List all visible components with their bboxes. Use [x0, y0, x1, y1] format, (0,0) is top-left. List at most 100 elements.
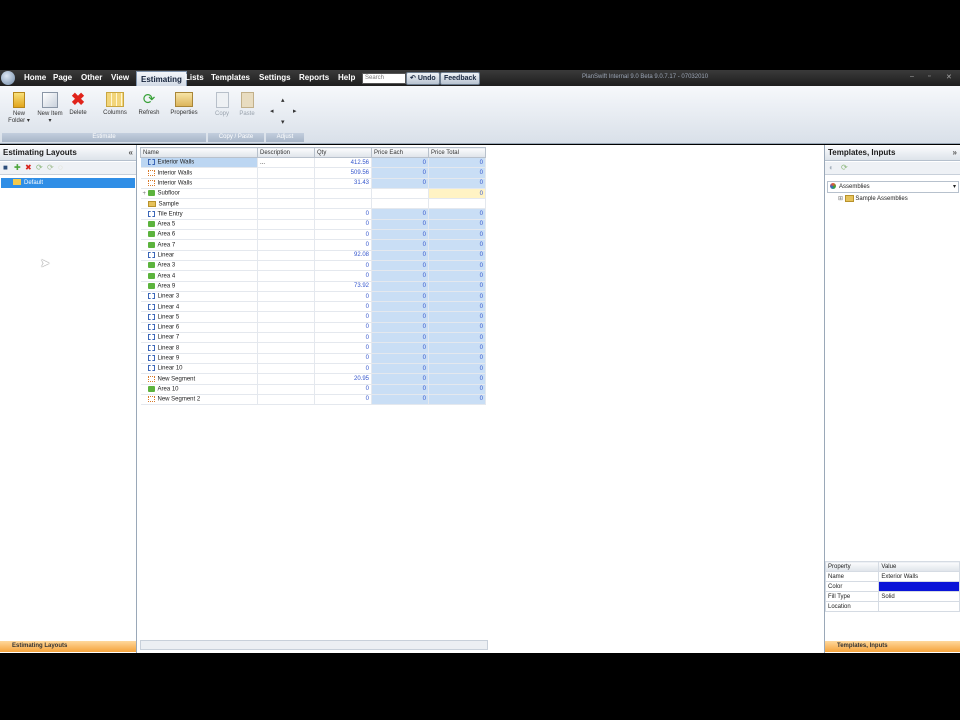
arrow-down-icon[interactable]: ▾	[281, 118, 285, 126]
grid-cell-qty[interactable]: 0	[314, 239, 372, 251]
grid-column-header[interactable]: Price Total	[428, 147, 486, 158]
grid-cell-total[interactable]: 0	[428, 311, 486, 323]
grid-cell-name[interactable]: Area 9	[140, 281, 258, 292]
paste-button[interactable]: Paste	[236, 92, 258, 117]
template-refresh-icon[interactable]: ⟳	[841, 163, 848, 173]
grid-cell-qty[interactable]: 0	[314, 332, 372, 344]
grid-cell-qty[interactable]: 0	[314, 342, 372, 354]
grid-cell-name[interactable]: Interior Walls	[140, 167, 258, 179]
search-input[interactable]: Search	[362, 73, 406, 84]
grid-cell-total[interactable]: 0	[428, 188, 486, 200]
menu-item-settings[interactable]: Settings	[259, 73, 291, 82]
grid-cell-name[interactable]: Linear 7	[140, 332, 258, 344]
grid-cell-desc[interactable]	[257, 342, 315, 354]
grid-cell-total[interactable]: 0	[428, 322, 486, 334]
grid-cell-qty[interactable]: 0	[314, 260, 372, 272]
grid-row[interactable]: Tile Entry 0 0 0	[140, 208, 486, 220]
grid-cell-total[interactable]: 0	[428, 260, 486, 272]
grid-cell-desc[interactable]	[257, 332, 315, 344]
grid-cell-qty[interactable]: 509.56	[314, 167, 372, 179]
grid-column-header[interactable]: Price Each	[371, 147, 429, 158]
grid-cell-total[interactable]: 0	[428, 250, 486, 261]
grid-cell-desc[interactable]	[257, 322, 315, 334]
grid-row[interactable]: Exterior Walls... 412.56 0 0	[140, 157, 486, 169]
grid-cell-qty[interactable]: 0	[314, 301, 372, 313]
grid-cell-total[interactable]: 0	[428, 384, 486, 395]
grid-cell-total[interactable]: 0	[428, 219, 486, 231]
grid-cell-each[interactable]: 0	[371, 208, 429, 220]
grid-cell-name[interactable]: Interior Walls	[140, 178, 258, 189]
grid-cell-desc[interactable]	[257, 291, 315, 303]
grid-cell-each[interactable]: 0	[371, 301, 429, 313]
grid-cell-desc[interactable]	[257, 260, 315, 272]
grid-cell-desc[interactable]	[257, 178, 315, 189]
grid-row[interactable]: Linear 6000	[140, 322, 486, 334]
collapse-left-icon[interactable]: «	[129, 146, 133, 160]
grid-row[interactable]: Linear 8000	[140, 342, 486, 354]
grid-cell-name[interactable]: Area 7	[140, 239, 258, 251]
grid-cell-desc[interactable]	[257, 270, 315, 282]
grid-cell-desc[interactable]	[257, 219, 315, 231]
grid-cell-desc[interactable]: ...	[257, 157, 315, 169]
grid-cell-name[interactable]: Linear 4	[140, 301, 258, 313]
grid-row[interactable]: Interior Walls 31.43 0 0	[140, 178, 486, 189]
grid-cell-total[interactable]: 0	[428, 342, 486, 354]
grid-cell-each[interactable]: 0	[371, 239, 429, 251]
grid-row[interactable]: New Segment 20.95 0 0	[140, 373, 486, 385]
menu-item-reports[interactable]: Reports	[299, 73, 329, 82]
grid-cell-each[interactable]: 0	[371, 363, 429, 375]
grid-column-header[interactable]: Description	[257, 147, 315, 158]
grid-cell-qty[interactable]: 0	[314, 353, 372, 364]
grid-cell-qty[interactable]: 0	[314, 394, 372, 406]
grid-cell-desc[interactable]	[257, 188, 315, 200]
grid-cell-name[interactable]: New Segment	[140, 373, 258, 385]
grid-cell-qty[interactable]	[314, 188, 372, 200]
collapse-right-icon[interactable]: »	[953, 146, 957, 160]
grid-cell-total[interactable]: 0	[428, 208, 486, 220]
grid-cell-each[interactable]: 0	[371, 353, 429, 364]
grid-cell-qty[interactable]: 73.92	[314, 281, 372, 292]
grid-cell-each[interactable]: 0	[371, 291, 429, 303]
grid-row[interactable]: Linear 92.08 0 0	[140, 250, 486, 261]
grid-cell-each[interactable]: 0	[371, 270, 429, 282]
grid-cell-each[interactable]: 0	[371, 322, 429, 334]
grid-row[interactable]: Area 7000	[140, 239, 486, 251]
grid-cell-name[interactable]: Linear 5	[140, 311, 258, 323]
undo-button[interactable]: ↶ Undo	[406, 72, 440, 85]
templates-inputs-tab[interactable]: Templates, Inputs	[825, 641, 960, 652]
grid-row[interactable]: Sample	[140, 198, 486, 210]
refresh-layout-icon[interactable]: ⟳	[36, 163, 43, 173]
grid-cell-desc[interactable]	[257, 239, 315, 251]
refresh-button[interactable]: ⟳ Refresh	[136, 92, 162, 116]
grid-cell-name[interactable]: Linear 3	[140, 291, 258, 303]
grid-row[interactable]: Interior Walls 509.56 0 0	[140, 167, 486, 179]
delete-button[interactable]: ✖ Delete	[66, 91, 90, 116]
grid-cell-name[interactable]: Tile Entry	[140, 208, 258, 220]
grid-cell-each[interactable]: 0	[371, 167, 429, 179]
grid-cell-name[interactable]: Area 4	[140, 270, 258, 282]
grid-cell-qty[interactable]: 0	[314, 384, 372, 395]
grid-cell-name[interactable]: Area 5	[140, 219, 258, 231]
property-row[interactable]: Location	[824, 601, 960, 612]
layout-item-default[interactable]: Default	[1, 178, 135, 188]
grid-row[interactable]: Linear 7000	[140, 332, 486, 344]
grid-cell-name[interactable]: Area 6	[140, 229, 258, 241]
grid-row[interactable]: New Segment 2000	[140, 394, 486, 406]
grid-cell-total[interactable]	[428, 198, 486, 210]
grid-cell-total[interactable]: 0	[428, 353, 486, 364]
menu-item-lists[interactable]: Lists	[185, 73, 204, 82]
grid-cell-name[interactable]: Exterior Walls	[140, 157, 258, 169]
grid-cell-desc[interactable]	[257, 394, 315, 406]
grid-cell-each[interactable]	[371, 198, 429, 210]
grid-cell-each[interactable]: 0	[371, 250, 429, 261]
assemblies-dropdown[interactable]: Assemblies ▾	[827, 181, 959, 193]
grid-cell-name[interactable]: Linear 6	[140, 322, 258, 334]
grid-cell-each[interactable]	[371, 188, 429, 200]
grid-cell-desc[interactable]	[257, 167, 315, 179]
grid-cell-name[interactable]: Sample	[140, 198, 258, 210]
add-icon[interactable]: ✚	[14, 163, 21, 173]
grid-cell-qty[interactable]: 0	[314, 229, 372, 241]
grid-cell-qty[interactable]: 0	[314, 208, 372, 220]
minimize-icon[interactable]: –	[910, 73, 914, 80]
grid-row[interactable]: Area 9 73.92 0 0	[140, 281, 486, 292]
